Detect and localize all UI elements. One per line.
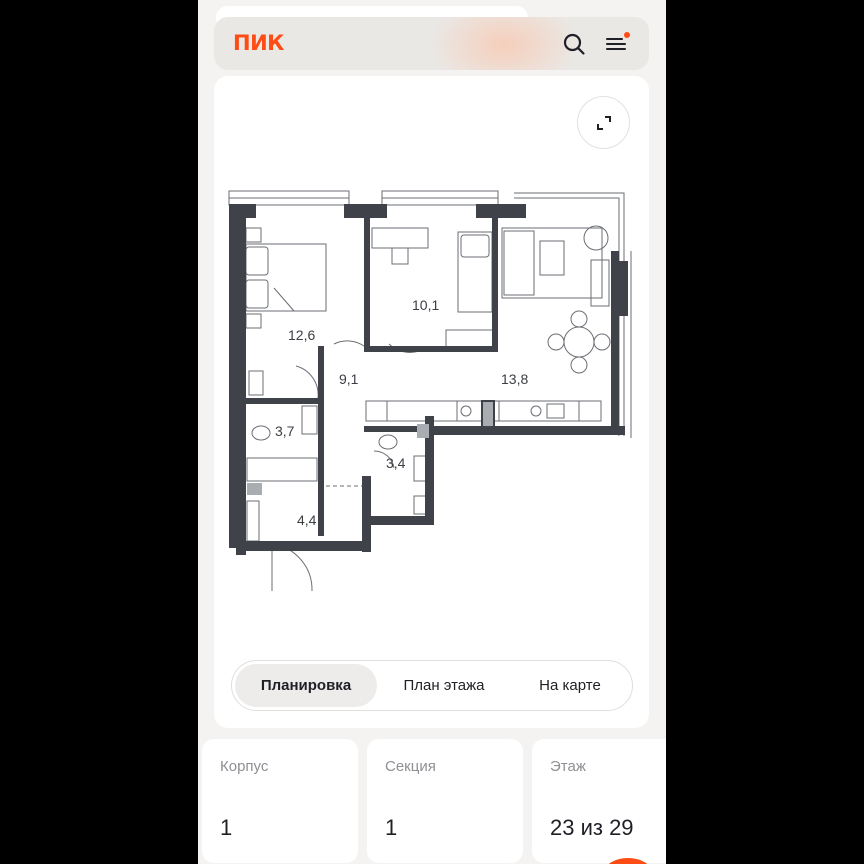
app-screen: ПИК 12,6 10,1 9,1 13,8 3,7 3,4 4,4 Плани… — [198, 0, 666, 864]
floor-plan-drawing[interactable]: 12,6 10,1 9,1 13,8 3,7 3,4 4,4 — [214, 76, 649, 636]
info-card-building: Корпус 1 — [202, 739, 358, 863]
floor-plan-card: 12,6 10,1 9,1 13,8 3,7 3,4 4,4 Планировк… — [214, 76, 649, 728]
search-button[interactable] — [559, 29, 589, 59]
section-value: 1 — [385, 815, 398, 840]
tab-map[interactable]: На карте — [511, 664, 629, 707]
building-value: 1 — [220, 815, 233, 840]
room-area-hall: 9,1 — [339, 371, 359, 387]
menu-button[interactable] — [602, 29, 632, 59]
view-mode-switcher: Планировка План этажа На карте — [231, 660, 633, 711]
info-card-section: Секция 1 — [367, 739, 523, 863]
room-area-kitchen-living: 13,8 — [501, 371, 528, 387]
section-label: Секция — [385, 758, 436, 775]
floor-value: 23 из 29 — [550, 815, 634, 840]
room-area-bedroom-2: 10,1 — [412, 297, 439, 313]
room-area-entrance: 4,4 — [297, 512, 317, 528]
room-area-toilet: 3,4 — [386, 455, 406, 471]
top-bar: ПИК — [214, 17, 649, 70]
floor-label: Этаж — [550, 758, 586, 775]
pik-logo[interactable]: ПИК — [233, 30, 284, 56]
search-icon — [563, 33, 585, 55]
info-card-floor: Этаж 23 из 29 — [532, 739, 666, 863]
building-label: Корпус — [220, 758, 269, 775]
tab-layout[interactable]: Планировка — [235, 664, 377, 707]
tab-floor-plan[interactable]: План этажа — [377, 664, 511, 707]
room-area-bedroom-1: 12,6 — [288, 327, 315, 343]
notification-dot — [624, 32, 630, 38]
room-area-bathroom: 3,7 — [275, 423, 295, 439]
